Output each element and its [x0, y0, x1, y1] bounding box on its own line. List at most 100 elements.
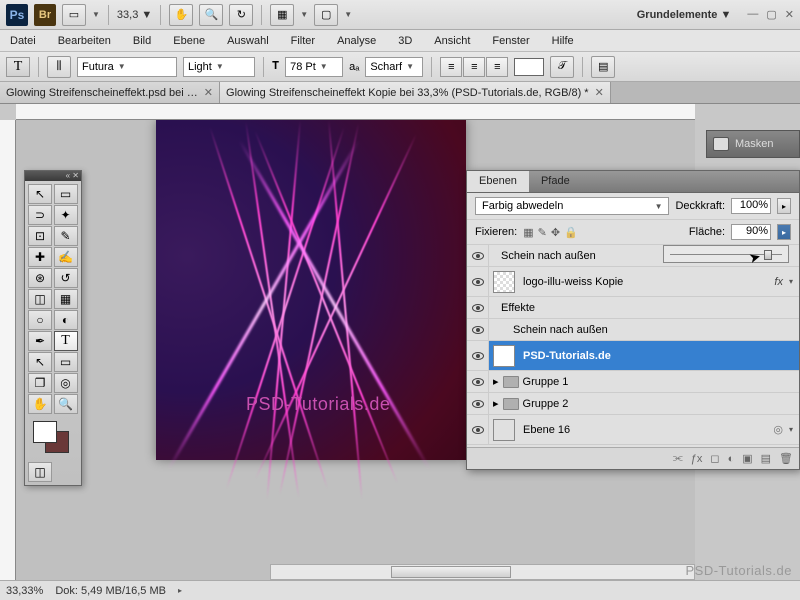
screen-button[interactable]: ▢ [314, 4, 338, 26]
visibility-icon[interactable] [472, 352, 484, 360]
font-weight-select[interactable]: Light▼ [183, 57, 255, 77]
minimize-icon[interactable]: — [747, 8, 758, 21]
scrollbar-thumb[interactable] [391, 566, 511, 578]
photoshop-icon[interactable]: Ps [6, 4, 28, 26]
pen-tool[interactable]: ✒ [28, 331, 52, 351]
visibility-icon[interactable] [472, 252, 484, 260]
layer-mask-icon[interactable]: ◻ [710, 452, 719, 465]
3d-tool[interactable]: ❐ [28, 373, 52, 393]
marquee-tool[interactable]: ▭ [54, 184, 78, 204]
tools-panel[interactable]: « ✕ ↖ ▭ ⊃ ✦ ⊡ ✎ ✚ ✍ ⊛ ↺ ◫ ▦ ○ ◐ ✒ T ↖ ▭ … [24, 170, 82, 486]
close-icon[interactable]: ✕ [785, 8, 794, 21]
fill-slider-button[interactable]: ▸ [777, 224, 791, 240]
eyedropper-tool[interactable]: ✎ [54, 226, 78, 246]
expand-icon[interactable]: ▸ [489, 397, 503, 410]
wand-tool[interactable]: ✦ [54, 205, 78, 225]
3d-camera-tool[interactable]: ◎ [54, 373, 78, 393]
tools-panel-header[interactable]: « ✕ [25, 171, 81, 181]
hand-tool-button[interactable]: ✋ [169, 4, 193, 26]
zoom-tool-button[interactable]: 🔍 [199, 4, 223, 26]
visibility-icon[interactable] [472, 326, 484, 334]
slider-thumb[interactable] [764, 250, 772, 260]
maximize-icon[interactable]: ▢ [766, 8, 776, 21]
ruler-vertical[interactable] [0, 120, 16, 580]
document-tab-2[interactable]: Glowing Streifenscheineffekt Kopie bei 3… [220, 82, 611, 103]
path-select-tool[interactable]: ↖ [28, 352, 52, 372]
fill-input[interactable]: 90% [731, 224, 771, 240]
menu-ansicht[interactable]: Ansicht [430, 33, 474, 49]
tab-close-icon[interactable]: ✕ [204, 86, 213, 99]
layer-list[interactable]: ➤ Schein nach außen logo-illu-weiss Kopi… [467, 245, 799, 447]
document-tab-1[interactable]: Glowing Streifenscheineffekt.psd bei …✕ [0, 82, 220, 103]
text-orientation-button[interactable]: ⫼ [47, 56, 71, 78]
group-row[interactable]: ▸ Gruppe 2 [467, 393, 799, 415]
delete-layer-icon[interactable]: 🗑 [779, 452, 793, 465]
smartfilter-icon[interactable]: ◎ [773, 423, 783, 436]
fx-badge[interactable]: fx [774, 276, 783, 288]
horizontal-scrollbar[interactable] [270, 564, 695, 580]
lock-all-icon[interactable]: 🔒 [564, 226, 578, 239]
zoom-level[interactable]: 33,3 ▼ [117, 9, 152, 21]
adjustment-layer-icon[interactable]: ◐ [728, 453, 735, 465]
visibility-icon[interactable] [472, 426, 484, 434]
antialias-select[interactable]: Scharf▼ [365, 57, 423, 77]
status-dropdown[interactable]: ▸ [178, 586, 182, 595]
lock-pixels-icon[interactable]: ✎ [538, 226, 547, 239]
canvas[interactable]: PSD-Tutorials.de [156, 120, 466, 460]
zoom-tool[interactable]: 🔍 [54, 394, 78, 414]
heal-tool[interactable]: ✚ [28, 247, 52, 267]
menu-auswahl[interactable]: Auswahl [223, 33, 273, 49]
workspace-dropdown[interactable]: Grundelemente ▼ [637, 9, 732, 21]
new-layer-icon[interactable]: ▤ [761, 452, 771, 465]
effect-row[interactable]: Schein nach außen [467, 319, 799, 341]
lock-position-icon[interactable]: ✥ [551, 226, 560, 239]
text-color-swatch[interactable] [514, 58, 544, 76]
menu-ebene[interactable]: Ebene [169, 33, 209, 49]
menu-hilfe[interactable]: Hilfe [548, 33, 578, 49]
foreground-color[interactable] [33, 421, 57, 443]
warp-text-button[interactable]: 𝒯 [550, 56, 574, 78]
shape-tool[interactable]: ▭ [54, 352, 78, 372]
group-row[interactable]: ▸ Gruppe 1 [467, 371, 799, 393]
character-panel-button[interactable]: ▤ [591, 56, 615, 78]
status-zoom[interactable]: 33,33% [6, 585, 43, 597]
move-tool[interactable]: ↖ [28, 184, 52, 204]
hand-tool[interactable]: ✋ [28, 394, 52, 414]
opacity-slider-button[interactable]: ▸ [777, 198, 791, 214]
link-layers-icon[interactable]: ⫘ [673, 452, 683, 465]
font-family-select[interactable]: Futura▼ [77, 57, 177, 77]
screen-mode-button[interactable]: ▭ [62, 4, 86, 26]
dodge-tool[interactable]: ◐ [54, 310, 78, 330]
visibility-icon[interactable] [472, 400, 484, 408]
font-size-select[interactable]: 78 Pt▼ [285, 57, 343, 77]
color-picker[interactable] [25, 417, 81, 459]
quickmask-tool[interactable]: ◫ [28, 462, 52, 482]
brush-tool[interactable]: ✍ [54, 247, 78, 267]
lock-transparency-icon[interactable]: ▦ [523, 226, 533, 239]
blur-tool[interactable]: ○ [28, 310, 52, 330]
history-brush-tool[interactable]: ↺ [54, 268, 78, 288]
menu-3d[interactable]: 3D [394, 33, 416, 49]
expand-icon[interactable]: ▸ [489, 375, 503, 388]
layer-row[interactable]: Ebene 16 ◎ ▾ [467, 415, 799, 445]
tab-close-icon[interactable]: ✕ [595, 86, 604, 99]
menu-bearbeiten[interactable]: Bearbeiten [54, 33, 115, 49]
crop-tool[interactable]: ⊡ [28, 226, 52, 246]
align-left-button[interactable]: ≡ [440, 57, 462, 77]
layer-fx-icon[interactable]: ƒx [691, 453, 703, 465]
status-docsize[interactable]: Dok: 5,49 MB/16,5 MB [55, 585, 166, 597]
layers-panel[interactable]: Ebenen Pfade Farbig abwedeln▼ Deckkraft:… [466, 170, 800, 470]
menu-datei[interactable]: Datei [6, 33, 40, 49]
visibility-icon[interactable] [472, 278, 484, 286]
fill-slider-popup[interactable] [663, 245, 789, 263]
tab-pfade[interactable]: Pfade [529, 171, 582, 192]
stamp-tool[interactable]: ⊛ [28, 268, 52, 288]
align-center-button[interactable]: ≡ [463, 57, 485, 77]
rotate-view-button[interactable]: ↻ [229, 4, 253, 26]
opacity-input[interactable]: 100% [731, 198, 771, 214]
bridge-icon[interactable]: Br [34, 4, 56, 26]
menu-bild[interactable]: Bild [129, 33, 155, 49]
layer-thumbnail[interactable] [493, 419, 515, 441]
eraser-tool[interactable]: ◫ [28, 289, 52, 309]
menu-analyse[interactable]: Analyse [333, 33, 380, 49]
